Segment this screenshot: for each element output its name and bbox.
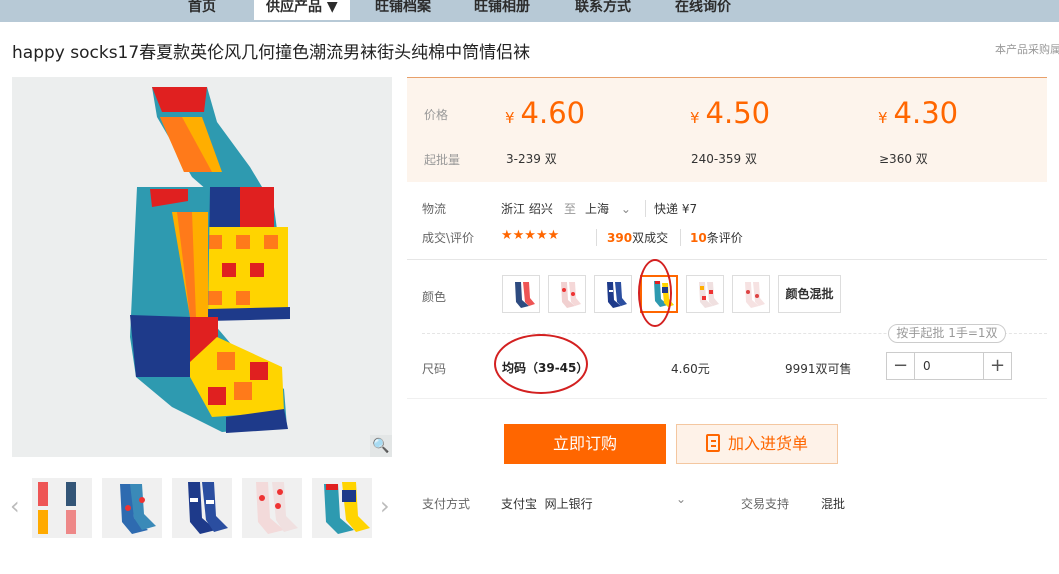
nav-home[interactable]: 首页 xyxy=(188,0,216,20)
thumbnail-4[interactable] xyxy=(242,478,302,538)
review-count[interactable]: 10条评价 xyxy=(680,229,743,246)
divider xyxy=(407,398,1047,399)
thumbnail-2[interactable] xyxy=(102,478,162,538)
size-price: 4.60元 xyxy=(671,362,710,376)
product-title: happy socks17春夏款英伦风几何撞色潮流男袜街头纯棉中筒情侣袜 xyxy=(12,43,531,63)
nav-contact[interactable]: 联系方式 xyxy=(575,0,631,20)
nav-inquiry[interactable]: 在线询价 xyxy=(675,0,731,20)
size-value: 均码（39-45） xyxy=(502,361,589,375)
price-label: 价格 xyxy=(424,108,449,122)
color-label: 颜色 xyxy=(422,290,447,304)
deals-label: 成交\评价 xyxy=(422,231,475,245)
price-tier-3: ¥4.30 xyxy=(878,96,959,130)
price-panel: 价格 起批量 ¥4.60 ¥4.50 ¥4.30 3-239 双 240-359… xyxy=(407,77,1047,182)
qty-label: 起批量 xyxy=(424,153,461,167)
thumbnail-5[interactable] xyxy=(312,478,372,538)
express-fee: 快递 ¥7 xyxy=(645,200,697,217)
color-swatch-2[interactable] xyxy=(548,275,586,313)
color-swatch-4-selected[interactable] xyxy=(640,275,678,313)
quantity-input[interactable] xyxy=(916,353,984,379)
ship-to-select[interactable]: 上海 ⌄ xyxy=(585,200,631,217)
order-now-button[interactable]: 立即订购 xyxy=(504,424,666,464)
thumb-prev-icon[interactable]: ‹ xyxy=(10,492,20,520)
nav-album[interactable]: 旺铺相册 xyxy=(474,0,530,20)
color-swatch-6[interactable] xyxy=(732,275,770,313)
zoom-icon[interactable]: 🔍 xyxy=(370,435,392,457)
sold-count[interactable]: 390双成交 xyxy=(596,229,668,246)
size-stock: 9991双可售 xyxy=(785,362,852,376)
trade-support-label: 交易支持 xyxy=(741,497,790,511)
top-nav: 首页 供应产品 ▼ 旺铺档案 旺铺相册 联系方式 在线询价 xyxy=(0,0,1059,22)
size-label: 尺码 xyxy=(422,362,447,376)
product-main-image[interactable]: 🔍 xyxy=(12,77,392,457)
thumbnail-strip: ‹ › xyxy=(10,476,395,540)
payment-label: 支付方式 xyxy=(422,497,471,511)
purchase-note: 本产品采购属于商业行为 xyxy=(995,43,1059,56)
price-tier-2: ¥4.50 xyxy=(690,96,771,130)
color-swatch-1[interactable] xyxy=(502,275,540,313)
ship-to-word: 至 xyxy=(564,202,577,216)
payment-chevron-icon[interactable]: ⌄ xyxy=(676,492,686,506)
qty-tier-1: 3-239 双 xyxy=(506,152,557,166)
divider xyxy=(407,259,1047,260)
color-swatch-3[interactable] xyxy=(594,275,632,313)
color-swatch-5[interactable] xyxy=(686,275,724,313)
ship-from: 浙江 绍兴 xyxy=(501,202,553,216)
price-tier-1: ¥4.60 xyxy=(505,96,586,130)
plus-icon[interactable]: + xyxy=(983,353,1011,379)
trade-support-value: 混批 xyxy=(821,497,846,511)
batch-tip: 按手起批 1手=1双 xyxy=(888,324,1006,343)
thumb-next-icon[interactable]: › xyxy=(380,492,390,520)
quantity-stepper[interactable]: − + xyxy=(886,352,1012,380)
nav-products[interactable]: 供应产品 ▼ xyxy=(254,0,350,20)
qty-tier-3: ≥360 双 xyxy=(879,152,928,166)
rating-stars: ★★★★★ xyxy=(501,228,560,243)
add-to-cart-button[interactable]: 加入进货单 xyxy=(676,424,838,464)
nav-profile[interactable]: 旺铺档案 xyxy=(375,0,431,20)
payment-methods: 支付宝 网上银行 xyxy=(501,497,593,511)
minus-icon[interactable]: − xyxy=(887,353,915,379)
logistics-label: 物流 xyxy=(422,202,447,216)
chevron-down-icon: ⌄ xyxy=(620,202,631,216)
color-mixed-button[interactable]: 颜色混批 xyxy=(778,275,841,313)
qty-tier-2: 240-359 双 xyxy=(691,152,757,166)
thumbnail-1[interactable] xyxy=(32,478,92,538)
clipboard-icon xyxy=(705,434,720,452)
thumbnail-3[interactable] xyxy=(172,478,232,538)
socks-illustration xyxy=(130,87,290,433)
